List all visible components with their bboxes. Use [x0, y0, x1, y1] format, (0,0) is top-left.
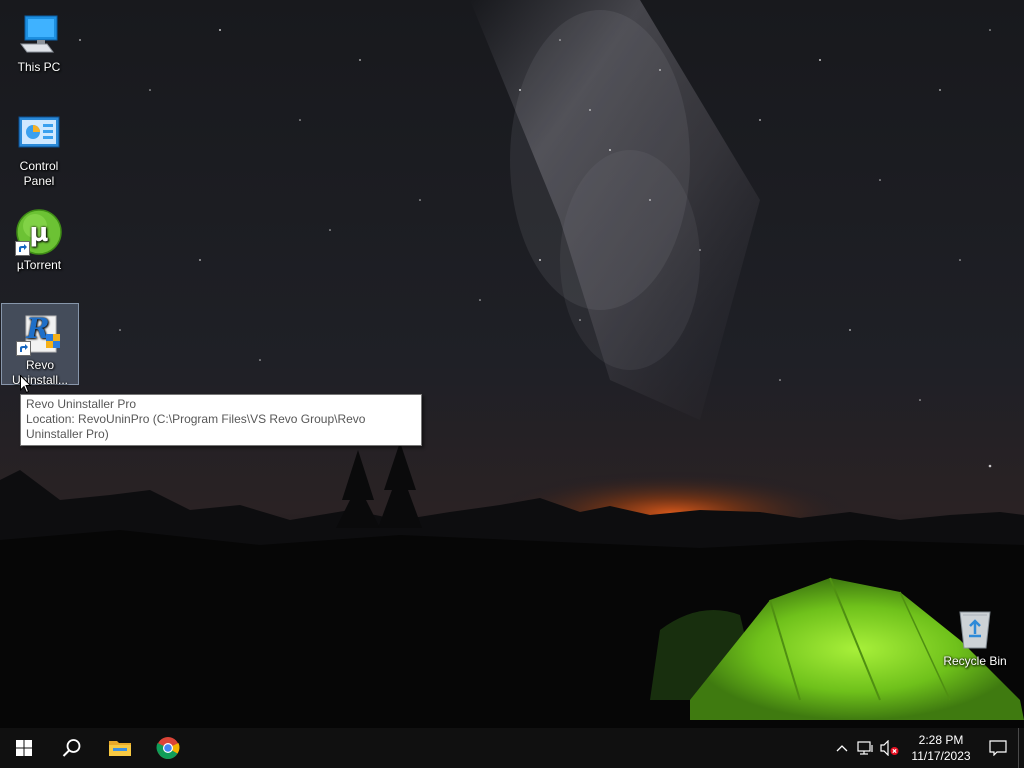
shortcut-arrow-icon	[16, 341, 31, 356]
desktop-icon-recycle-bin[interactable]: Recycle Bin	[937, 600, 1013, 669]
system-tray: 2:28 PM 11/17/2023	[830, 728, 1024, 768]
desktop-icon-label: Revo Uninstall...	[11, 358, 69, 387]
desktop-icon-revo-uninstaller[interactable]: R Revo Uninstall...	[1, 303, 79, 387]
network-tray-button[interactable]	[854, 728, 878, 768]
recycle-bin-icon	[951, 604, 999, 652]
tooltip-title: Revo Uninstaller Pro	[26, 397, 137, 411]
action-center-icon	[989, 740, 1007, 756]
clock-time: 2:28 PM	[918, 733, 964, 747]
control-panel-icon	[15, 109, 63, 157]
folder-icon	[109, 741, 131, 756]
desktop-icon-label: Recycle Bin	[943, 654, 1007, 668]
taskbar-google-chrome[interactable]	[144, 728, 192, 768]
volume-muted-icon	[880, 740, 899, 756]
mouse-cursor-icon	[20, 375, 32, 394]
search-icon	[62, 739, 81, 757]
clock-date: 11/17/2023	[911, 749, 971, 763]
utorrent-icon: µ	[15, 208, 63, 256]
desktop-icon-this-pc[interactable]: This PC	[1, 6, 77, 75]
taskbar-file-explorer[interactable]	[96, 728, 144, 768]
tooltip-location: Location: RevoUninPro (C:\Program Files\…	[26, 412, 366, 441]
icon-tooltip: Revo Uninstaller Pro Location: RevoUninP…	[20, 394, 422, 446]
desktop-icon-label: µTorrent	[16, 258, 62, 272]
show-desktop-button[interactable]	[1018, 728, 1024, 768]
show-hidden-icons-button[interactable]	[830, 728, 854, 768]
revo-uninstaller-icon: R	[16, 308, 64, 356]
start-button[interactable]	[0, 728, 48, 768]
desktop-icon-label: Control Panel	[19, 159, 59, 188]
chrome-icon	[156, 737, 180, 759]
wallpaper-image	[0, 0, 1024, 728]
desktop[interactable]: This PC Control Panel µ µTorrent R Revo …	[0, 0, 1024, 728]
desktop-icon-label: This PC	[17, 60, 61, 74]
search-button[interactable]	[48, 728, 96, 768]
volume-tray-button[interactable]	[878, 728, 902, 768]
chevron-up-icon	[836, 745, 848, 752]
shortcut-arrow-icon	[15, 241, 30, 256]
desktop-icon-utorrent[interactable]: µ µTorrent	[1, 204, 77, 273]
taskbar-clock[interactable]: 2:28 PM 11/17/2023	[902, 732, 978, 764]
desktop-icon-control-panel[interactable]: Control Panel	[1, 105, 77, 189]
action-center-button[interactable]	[978, 728, 1018, 768]
windows-logo-icon	[16, 740, 32, 756]
svg-text:µ: µ	[29, 218, 48, 248]
computer-icon	[15, 10, 63, 58]
taskbar: 2:28 PM 11/17/2023	[0, 728, 1024, 768]
network-icon	[857, 741, 873, 755]
